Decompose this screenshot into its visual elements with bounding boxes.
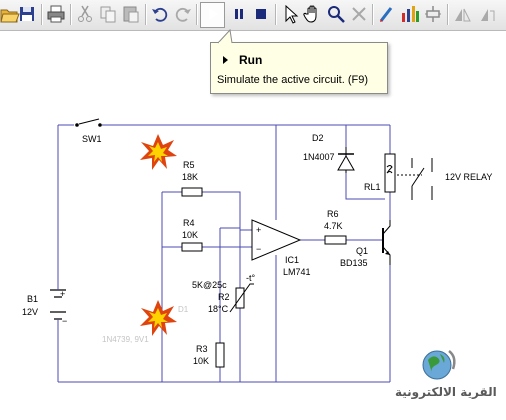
r2-label: R2 [218,292,230,302]
r2-temp: 5K@25c [192,280,227,290]
spark-icon [140,300,177,336]
resistor-r6[interactable]: R6 4.7K [324,209,347,245]
relay-rl1[interactable]: RL1 12V RELAY [364,153,492,200]
globe-logo-icon [422,350,456,380]
thermistor-r2[interactable]: -t° 5K@25c R2 18°C [192,273,255,314]
r6-value: 4.7K [324,221,343,231]
relay-label: 12V RELAY [445,172,492,182]
opamp-ic1[interactable]: + − IC1 LM741 [251,219,311,277]
opamp-plus: + [256,225,261,235]
run-tooltip: Run Simulate the active circuit. (F9) [210,42,388,94]
zener-ghost-label: 1N4739, 9V1 [102,335,149,344]
spark-icon [140,134,177,170]
d2-value: 1N4007 [303,152,335,162]
zener-ghost-name: D1 [178,305,189,314]
r4-label: R4 [183,218,195,228]
switch-sw1[interactable]: SW1 [75,118,102,144]
tooltip-title: Run [239,53,263,67]
r2-value: 18°C [208,304,229,314]
resistor-r5[interactable]: R5 18K [181,160,203,197]
ic1-label: IC1 [285,255,299,265]
battery-minus: − [62,316,67,326]
b1-label: B1 [27,294,38,304]
d2-label: D2 [312,133,324,143]
r5-label: R5 [183,160,195,170]
r6-label: R6 [327,209,339,219]
watermark-text: القرية الالكترونية [395,385,497,399]
sw1-label: SW1 [82,134,102,144]
play-icon [223,56,228,64]
thermistor-symbol: -t° [246,273,255,283]
b1-value: 12V [22,307,38,317]
transistor-q1[interactable]: Q1 BD135 [340,220,391,268]
battery-b1[interactable]: + − B1 12V [22,285,67,345]
resistor-r3[interactable]: R3 10K [193,342,225,368]
q1-value: BD135 [340,258,368,268]
r3-value: 10K [193,356,209,366]
opamp-minus: − [256,244,261,254]
rl1-label: RL1 [364,182,381,192]
resistor-r4[interactable]: R4 10K [181,218,203,252]
r4-value: 10K [182,230,198,240]
r3-label: R3 [196,344,208,354]
q1-label: Q1 [356,246,368,256]
ic1-value: LM741 [283,267,311,277]
tooltip-pointer [217,28,233,44]
battery-plus: + [60,289,65,299]
r5-value: 18K [182,172,198,182]
tooltip-description: Simulate the active circuit. (F9) [217,74,368,86]
